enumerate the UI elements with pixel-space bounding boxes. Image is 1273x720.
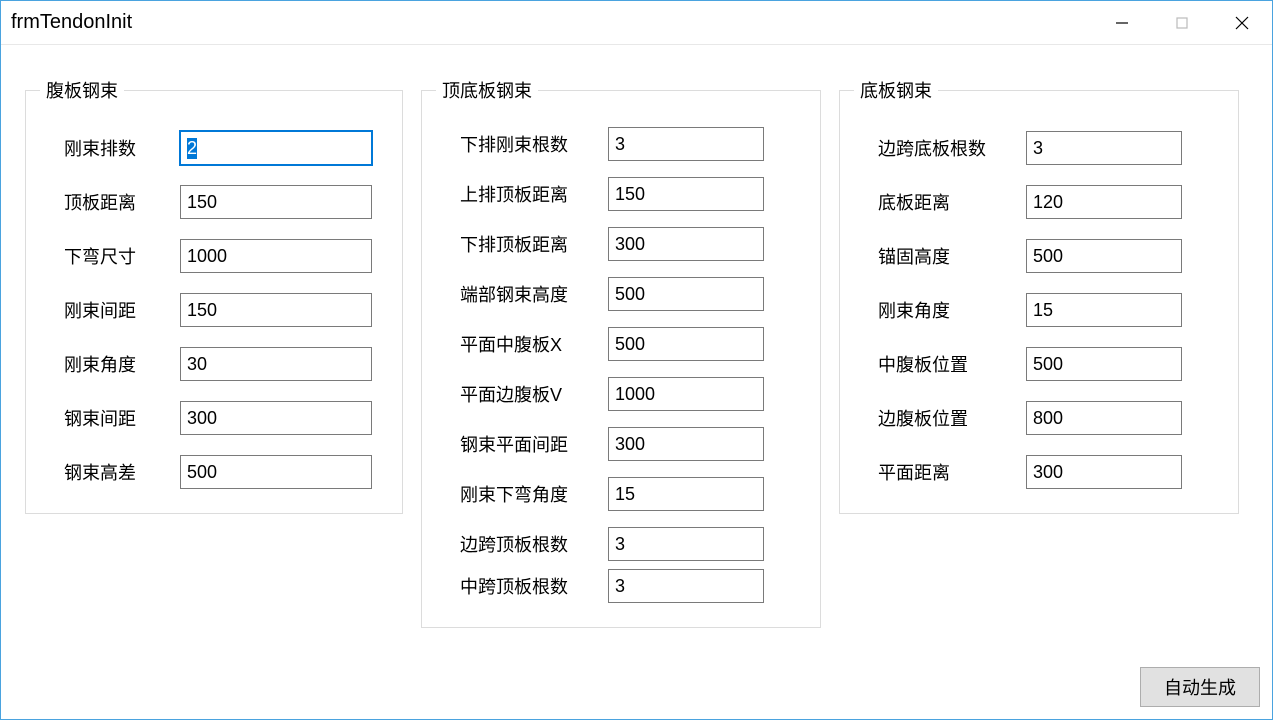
field-row: 下弯尺寸 (40, 239, 388, 273)
cable-spacing-input[interactable] (180, 401, 372, 435)
field-row: 刚束排数 (40, 131, 388, 165)
plane-mid-web-x-input[interactable] (608, 327, 764, 361)
field-label: 刚束排数 (40, 135, 180, 161)
field-label: 上排顶板距离 (436, 181, 608, 207)
field-label: 刚束下弯角度 (436, 481, 608, 507)
field-row: 钢束间距 (40, 401, 388, 435)
field-label: 底板距离 (854, 189, 1026, 215)
group-bottom-tendon: 底板钢束 边跨底板根数 底板距离 锚固高度 刚束角度 中腹板位置 (839, 77, 1239, 514)
field-row: 下排刚束根数 (436, 127, 806, 161)
field-row: 平面距离 (854, 455, 1224, 489)
minimize-icon (1115, 16, 1129, 30)
plane-side-web-v-input[interactable] (608, 377, 764, 411)
group-bottom-tendon-legend: 底板钢束 (854, 77, 938, 103)
field-label: 钢束平面间距 (436, 431, 608, 457)
field-row: 刚束角度 (40, 347, 388, 381)
field-row: 中腹板位置 (854, 347, 1224, 381)
field-label: 中跨顶板根数 (436, 573, 608, 599)
field-label: 边腹板位置 (854, 405, 1026, 431)
field-row: 底板距离 (854, 185, 1224, 219)
field-label: 刚束间距 (40, 297, 180, 323)
window-title: frmTendonInit (11, 11, 1092, 34)
tendon-spacing-input[interactable] (180, 293, 372, 327)
field-label: 刚束角度 (854, 297, 1026, 323)
lower-top-dist-input[interactable] (608, 227, 764, 261)
field-row: 边跨底板根数 (854, 131, 1224, 165)
anchor-height-input[interactable] (1026, 239, 1182, 273)
field-row: 下排顶板距离 (436, 227, 806, 261)
field-label: 边跨顶板根数 (436, 531, 608, 557)
field-label: 中腹板位置 (854, 351, 1026, 377)
tendon-row-count-input[interactable] (180, 131, 372, 165)
field-row: 边跨顶板根数 (436, 527, 806, 561)
lower-row-count-input[interactable] (608, 127, 764, 161)
close-button[interactable] (1212, 1, 1272, 44)
field-row: 平面边腹板V (436, 377, 806, 411)
minimize-button[interactable] (1092, 1, 1152, 44)
tendon-plane-spacing-input[interactable] (608, 427, 764, 461)
field-row: 边腹板位置 (854, 401, 1224, 435)
field-row: 上排顶板距离 (436, 177, 806, 211)
field-label: 下排刚束根数 (436, 131, 608, 157)
tendon-angle-input[interactable] (180, 347, 372, 381)
field-row: 锚固高度 (854, 239, 1224, 273)
field-label: 下弯尺寸 (40, 243, 180, 269)
mid-span-top-count-input[interactable] (608, 569, 764, 603)
field-row: 平面中腹板X (436, 327, 806, 361)
field-label: 平面边腹板V (436, 381, 608, 407)
titlebar: frmTendonInit (1, 1, 1272, 45)
tendon-angle-bottom-input[interactable] (1026, 293, 1182, 327)
field-label: 平面距离 (854, 459, 1026, 485)
window-controls (1092, 1, 1272, 44)
close-icon (1233, 14, 1251, 32)
field-label: 顶板距离 (40, 189, 180, 215)
field-label: 锚固高度 (854, 243, 1026, 269)
side-web-pos-input[interactable] (1026, 401, 1182, 435)
group-web-tendon-legend: 腹板钢束 (40, 77, 124, 103)
field-label: 下排顶板距离 (436, 231, 608, 257)
app-window: frmTendonInit 腹板钢束 (0, 0, 1273, 720)
field-row: 刚束下弯角度 (436, 477, 806, 511)
field-row: 刚束角度 (854, 293, 1224, 327)
maximize-icon (1175, 16, 1189, 30)
field-label: 平面中腹板X (436, 331, 608, 357)
client-area: 腹板钢束 刚束排数 顶板距离 下弯尺寸 刚束间距 刚束角度 (1, 45, 1272, 719)
field-row: 中跨顶板根数 (436, 569, 806, 603)
group-web-tendon: 腹板钢束 刚束排数 顶板距离 下弯尺寸 刚束间距 刚束角度 (25, 77, 403, 514)
auto-generate-button[interactable]: 自动生成 (1140, 667, 1260, 707)
bottom-plate-dist-input[interactable] (1026, 185, 1182, 219)
field-label: 钢束间距 (40, 405, 180, 431)
side-span-bottom-count-input[interactable] (1026, 131, 1182, 165)
field-row: 刚束间距 (40, 293, 388, 327)
field-row: 顶板距离 (40, 185, 388, 219)
group-topbottom-tendon-legend: 顶底板钢束 (436, 77, 538, 103)
group-topbottom-tendon: 顶底板钢束 下排刚束根数 上排顶板距离 下排顶板距离 端部钢束高度 平面中腹板X (421, 77, 821, 628)
field-row: 钢束高差 (40, 455, 388, 489)
side-span-top-count-input[interactable] (608, 527, 764, 561)
field-label: 边跨底板根数 (854, 135, 1026, 161)
field-label: 钢束高差 (40, 459, 180, 485)
maximize-button[interactable] (1152, 1, 1212, 44)
end-tendon-height-input[interactable] (608, 277, 764, 311)
bend-down-angle-input[interactable] (608, 477, 764, 511)
field-row: 钢束平面间距 (436, 427, 806, 461)
field-row: 端部钢束高度 (436, 277, 806, 311)
field-label: 刚束角度 (40, 351, 180, 377)
cable-height-diff-input[interactable] (180, 455, 372, 489)
top-plate-distance-input[interactable] (180, 185, 372, 219)
bend-down-size-input[interactable] (180, 239, 372, 273)
field-label: 端部钢束高度 (436, 281, 608, 307)
plane-distance-input[interactable] (1026, 455, 1182, 489)
upper-top-dist-input[interactable] (608, 177, 764, 211)
mid-web-pos-input[interactable] (1026, 347, 1182, 381)
